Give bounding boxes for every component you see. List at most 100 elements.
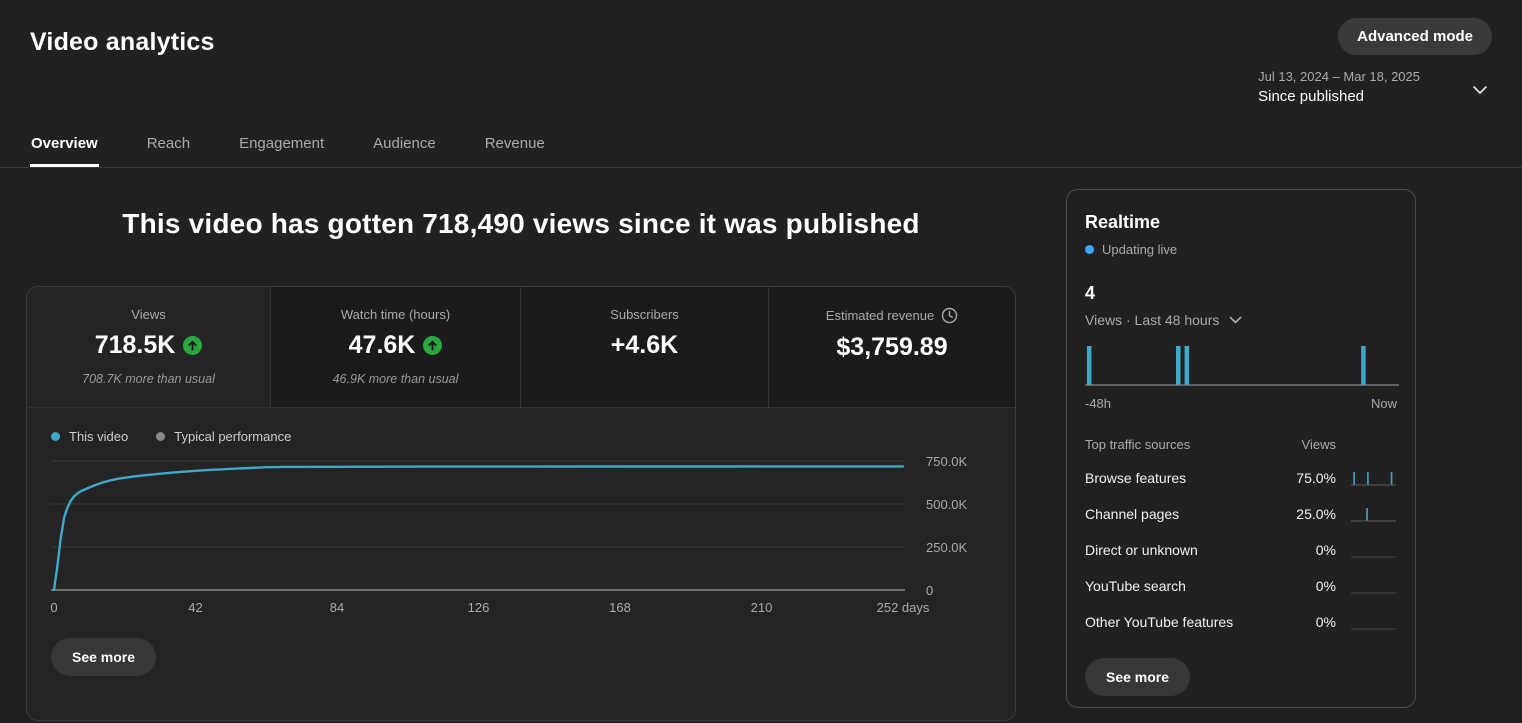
tab-overview[interactable]: Overview <box>30 127 99 167</box>
advanced-mode-button[interactable]: Advanced mode <box>1338 18 1492 55</box>
svg-text:252 days: 252 days <box>877 600 930 615</box>
traffic-row-youtube-search: YouTube search 0% <box>1085 576 1397 596</box>
chart-legend: This video Typical performance <box>51 429 1015 444</box>
realtime-column: Realtime Updating live 4 Views · Last 48… <box>1066 189 1416 721</box>
metric-strip: Views 718.5K 708.7K more than usual Watch t… <box>27 287 1015 408</box>
clock-icon <box>942 307 958 324</box>
tab-engagement[interactable]: Engagement <box>238 127 325 167</box>
traffic-sparkline <box>1351 628 1396 630</box>
traffic-views-header: Views <box>1301 437 1336 452</box>
traffic-sparkline <box>1351 556 1396 558</box>
realtime-view-count: 4 <box>1085 283 1096 303</box>
svg-text:84: 84 <box>330 600 344 615</box>
realtime-axis-labels: -48h Now <box>1085 396 1397 411</box>
page-header: Video analytics Advanced mode Jul 13, 20… <box>0 0 1522 105</box>
key-metrics-card: Views 718.5K 708.7K more than usual Watch t… <box>26 286 1016 721</box>
traffic-source-label: YouTube search <box>1085 578 1186 594</box>
axis-left-label: -48h <box>1085 396 1112 411</box>
traffic-row-browse-features: Browse features 75.0% <box>1085 468 1397 488</box>
traffic-sparkline <box>1351 472 1396 486</box>
metric-value-text: +4.6K <box>610 331 679 359</box>
realtime-card: Realtime Updating live 4 Views · Last 48… <box>1066 189 1416 708</box>
metric-value: $3,759.89 <box>777 333 1007 362</box>
svg-text:250.0K: 250.0K <box>926 540 968 555</box>
live-dot-icon <box>1085 245 1094 254</box>
date-range-label: Jul 13, 2024 – Mar 18, 2025 <box>1258 69 1420 84</box>
traffic-sources-header: Top traffic sources <box>1085 437 1191 452</box>
date-range-texts: Jul 13, 2024 – Mar 18, 2025 Since publis… <box>1258 69 1420 105</box>
realtime-title: Realtime <box>1085 212 1161 232</box>
metric-value-text: $3,759.89 <box>836 333 948 361</box>
overview-column: This video has gotten 718,490 views sinc… <box>26 168 1016 721</box>
metric-card-estimated-revenue[interactable]: Estimated revenue $3,759.89 <box>769 287 1015 407</box>
traffic-row-direct-or-unknown: Direct or unknown 0% <box>1085 540 1397 560</box>
realtime-see-more-button[interactable]: See more <box>1085 658 1191 696</box>
metric-card-watch-time-hours[interactable]: Watch time (hours) 47.6K 46.9K more than u… <box>271 287 521 407</box>
metric-label: Views <box>35 307 262 322</box>
traffic-views-pct: 75.0% <box>1296 470 1336 486</box>
realtime-caption-label: Views · Last 48 hours <box>1085 312 1220 328</box>
traffic-source-label: Channel pages <box>1085 506 1180 522</box>
traffic-source-label: Direct or unknown <box>1085 542 1198 558</box>
metric-label-text: Views <box>131 307 166 322</box>
metric-card-subscribers[interactable]: Subscribers +4.6K <box>521 287 769 407</box>
date-range-picker[interactable]: Jul 13, 2024 – Mar 18, 2025 Since publis… <box>1258 69 1488 105</box>
legend-item-this-video[interactable]: This video <box>51 429 128 444</box>
svg-text:210: 210 <box>751 600 773 615</box>
realtime-status-label: Updating live <box>1102 242 1178 257</box>
traffic-sparkline <box>1351 508 1396 522</box>
svg-text:750.0K: 750.0K <box>926 454 968 469</box>
traffic-table-body: Browse features 75.0% Channel pages 25.0% Di… <box>1085 468 1397 632</box>
see-more-button[interactable]: See more <box>51 638 157 676</box>
metric-card-views[interactable]: Views 718.5K 708.7K more than usual <box>27 287 271 407</box>
views-line-chart: 0 250.0K 500.0K 750.0K 0 42 84 126 168 210 252 day… <box>50 454 968 615</box>
trend-up-icon <box>183 336 203 355</box>
metric-value-text: 47.6K <box>348 331 416 359</box>
traffic-views-pct: 0% <box>1315 578 1336 594</box>
tab-revenue[interactable]: Revenue <box>484 127 546 167</box>
trend-up-icon <box>423 336 443 355</box>
this-video-line-series <box>52 465 905 592</box>
traffic-source-label: Other YouTube features <box>1085 614 1234 630</box>
legend-dot-icon <box>156 432 166 441</box>
realtime-metric-dropdown[interactable]: Views · Last 48 hours <box>1085 312 1397 328</box>
metric-value-text: 718.5K <box>94 331 176 359</box>
tab-audience[interactable]: Audience <box>372 127 437 167</box>
svg-text:0: 0 <box>50 600 57 615</box>
legend-label: This video <box>69 429 129 444</box>
traffic-table-header: Top traffic sources Views <box>1085 437 1397 452</box>
traffic-views-pct: 0% <box>1315 542 1336 558</box>
svg-text:0: 0 <box>926 583 933 598</box>
legend-dot-icon <box>51 432 60 441</box>
realtime-bar-chart <box>1085 346 1399 386</box>
metric-label-text: Watch time (hours) <box>340 307 451 322</box>
svg-text:500.0K: 500.0K <box>926 497 968 512</box>
page-title: Video analytics <box>30 28 215 56</box>
traffic-sparkline <box>1351 592 1396 594</box>
tab-reach[interactable]: Reach <box>146 127 191 167</box>
main-content: This video has gotten 718,490 views sinc… <box>0 168 1522 721</box>
analytics-tab-bar: Overview Reach Engagement Audience Revenue <box>0 127 1522 168</box>
metric-label-text: Estimated revenue <box>825 308 935 323</box>
axis-right-label: Now <box>1370 396 1397 411</box>
metric-subtext: 708.7K more than usual <box>82 372 215 386</box>
metric-label-text: Subscribers <box>610 307 679 322</box>
svg-text:42: 42 <box>188 600 202 615</box>
traffic-views-pct: 25.0% <box>1296 506 1336 522</box>
legend-label: Typical performance <box>174 429 292 444</box>
realtime-status: Updating live <box>1085 242 1397 257</box>
traffic-row-channel-pages: Channel pages 25.0% <box>1085 504 1397 524</box>
svg-text:168: 168 <box>609 600 631 615</box>
legend-item-typical-performance[interactable]: Typical performance <box>156 429 291 444</box>
svg-text:126: 126 <box>468 600 490 615</box>
date-mode-label: Since published <box>1258 88 1365 105</box>
metric-label: Estimated revenue <box>777 307 1007 324</box>
metric-value: 718.5K <box>35 331 262 360</box>
summary-headline: This video has gotten 718,490 views sinc… <box>122 208 920 239</box>
chevron-down-icon <box>1229 316 1242 324</box>
metric-value: +4.6K <box>529 331 760 360</box>
metric-value: 47.6K <box>279 331 512 360</box>
metric-subtext: 46.9K more than usual <box>332 372 459 386</box>
header-right: Advanced mode Jul 13, 2024 – Mar 18, 202… <box>1258 18 1492 105</box>
metric-label: Watch time (hours) <box>279 307 512 322</box>
